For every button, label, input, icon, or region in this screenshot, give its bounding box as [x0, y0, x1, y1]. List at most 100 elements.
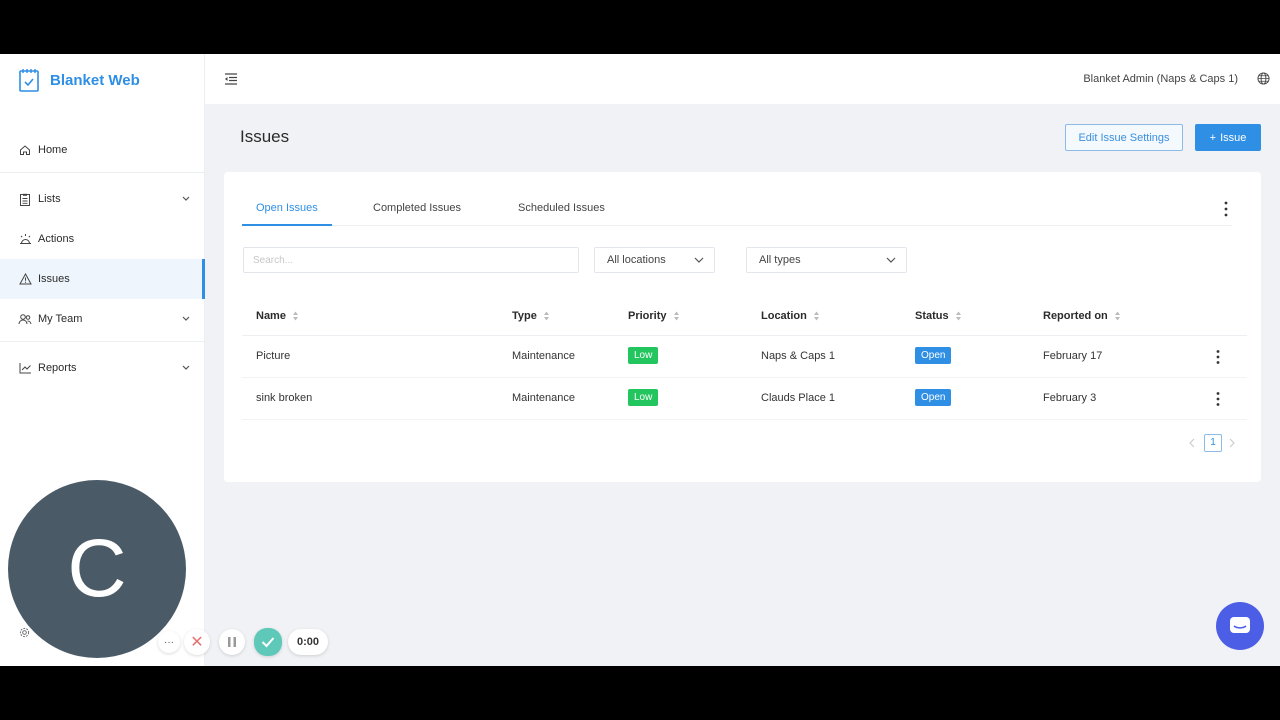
chevron-down-icon [182, 316, 190, 321]
add-issue-button[interactable]: + Issue [1195, 124, 1261, 151]
clipboard-icon [18, 192, 32, 206]
sidebar-item-actions[interactable]: Actions [0, 219, 205, 259]
warning-icon [18, 272, 32, 286]
divider [0, 341, 205, 342]
location-select-value: All locations [607, 254, 666, 266]
issue-reported-on: February 3 [1043, 392, 1097, 404]
priority-badge: Low [628, 389, 659, 406]
tab-completed-issues[interactable]: Completed Issues [359, 196, 475, 226]
add-issue-label: Issue [1220, 131, 1247, 144]
chat-icon [1230, 617, 1250, 633]
app-name: Blanket Web [50, 71, 140, 89]
table-row[interactable]: Picture Maintenance Low Naps & Caps 1 Op… [242, 336, 1247, 378]
divider [0, 172, 205, 173]
sidebar-item-reports[interactable]: Reports [0, 348, 205, 388]
table-row[interactable]: sink broken Maintenance Low Clauds Place… [242, 378, 1247, 420]
more-vertical-icon[interactable] [1215, 391, 1221, 407]
status-badge: Open [915, 389, 952, 406]
sidebar-item-label: Actions [38, 233, 75, 245]
tab-bar: Open Issues Completed Issues Scheduled I… [242, 196, 1232, 226]
chevron-down-icon [182, 365, 190, 370]
recorder-timer: 0:00 [288, 629, 328, 655]
column-label: Priority [628, 310, 667, 322]
column-label: Name [256, 310, 286, 322]
search-input[interactable] [243, 247, 579, 273]
home-icon [18, 143, 32, 157]
chevron-down-icon [182, 196, 190, 201]
issue-type: Maintenance [512, 350, 575, 362]
page-number[interactable]: 1 [1204, 434, 1222, 452]
logo-icon [19, 69, 39, 92]
issue-location: Clauds Place 1 [761, 392, 835, 404]
column-label: Reported on [1043, 310, 1108, 322]
location-select[interactable]: All locations [594, 247, 715, 273]
topbar: Blanket Admin (Naps & Caps 1) [205, 54, 1280, 104]
sidebar-item-label: My Team [38, 313, 83, 325]
pause-icon [228, 637, 236, 647]
sidebar-item-lists[interactable]: Lists [0, 179, 205, 219]
status-badge: Open [915, 347, 952, 364]
chart-line-icon [18, 361, 32, 375]
issue-name[interactable]: Picture [256, 350, 290, 362]
sidebar-item-label: Lists [38, 193, 61, 205]
close-icon: ✕ [190, 634, 204, 651]
column-header-status[interactable]: Status [915, 310, 962, 322]
actions-icon [18, 232, 32, 246]
column-header-reported-on[interactable]: Reported on [1043, 310, 1121, 322]
column-label: Location [761, 310, 807, 322]
sidebar-item-label: Reports [38, 362, 77, 374]
sidebar-item-issues[interactable]: Issues [0, 259, 205, 299]
sort-icon [1114, 311, 1120, 321]
sidebar-nav: Home Lists Actions Issues My Team Report… [0, 130, 205, 388]
sort-icon [292, 311, 298, 321]
chevron-down-icon [886, 257, 896, 263]
column-header-name[interactable]: Name [256, 310, 299, 322]
pagination: 1 [1186, 434, 1238, 452]
recorder-cancel-button[interactable]: ✕ [184, 629, 210, 655]
issue-location: Naps & Caps 1 [761, 350, 835, 362]
team-icon [18, 312, 32, 326]
recorder-pause-button[interactable] [219, 629, 245, 655]
brand[interactable]: Blanket Web [18, 66, 140, 94]
account-name[interactable]: Blanket Admin (Naps & Caps 1) [1083, 73, 1238, 85]
app-screen: Blanket Web Home Lists Actions Issues My… [0, 54, 1280, 666]
chevron-left-icon[interactable] [1188, 438, 1196, 448]
chevron-right-icon[interactable] [1228, 438, 1236, 448]
check-icon [261, 637, 275, 648]
sort-icon [543, 311, 549, 321]
column-header-priority[interactable]: Priority [628, 310, 680, 322]
column-header-location[interactable]: Location [761, 310, 820, 322]
edit-issue-settings-button[interactable]: Edit Issue Settings [1065, 124, 1183, 151]
issue-name[interactable]: sink broken [256, 392, 312, 404]
more-vertical-icon[interactable] [1215, 349, 1221, 365]
recorder-more-button[interactable]: ··· [158, 631, 180, 653]
sidebar-item-label: Home [38, 144, 68, 156]
type-select-value: All types [759, 254, 801, 266]
globe-icon[interactable] [1257, 72, 1270, 85]
more-vertical-icon[interactable] [1223, 200, 1229, 218]
column-label: Status [915, 310, 949, 322]
tab-open-issues[interactable]: Open Issues [242, 196, 332, 226]
sidebar-item-label: Issues [38, 273, 70, 285]
issues-card: Open Issues Completed Issues Scheduled I… [224, 172, 1261, 482]
sort-icon [813, 311, 819, 321]
issue-type: Maintenance [512, 392, 575, 404]
type-select[interactable]: All types [746, 247, 907, 273]
chevron-down-icon [694, 257, 704, 263]
webcam-avatar: C [8, 480, 186, 658]
column-header-type[interactable]: Type [512, 310, 550, 322]
plus-icon: + [1209, 131, 1217, 144]
chat-launcher-button[interactable] [1216, 602, 1264, 650]
sort-icon [673, 311, 679, 321]
table-header: Name Type Priority Location Status Repor… [242, 300, 1247, 336]
gear-icon[interactable] [19, 627, 30, 638]
sort-icon [955, 311, 961, 321]
sidebar-item-home[interactable]: Home [0, 130, 205, 170]
issue-reported-on: February 17 [1043, 350, 1103, 362]
column-label: Type [512, 310, 537, 322]
recorder-finish-button[interactable] [254, 628, 282, 656]
priority-badge: Low [628, 347, 659, 364]
sidebar-item-my-team[interactable]: My Team [0, 299, 205, 339]
menu-fold-icon[interactable] [223, 71, 239, 87]
tab-scheduled-issues[interactable]: Scheduled Issues [504, 196, 619, 226]
